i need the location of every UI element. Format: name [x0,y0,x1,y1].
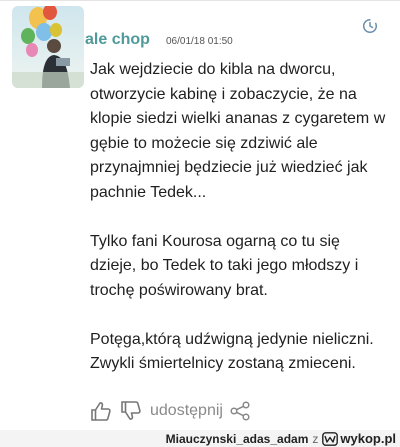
share-icon[interactable] [229,400,251,422]
comment-timestamp: 06/01/18 01:50 [166,36,233,47]
top-divider [0,0,400,1]
comment-paragraph: Potęga,którą udźwigną jedynie nieliczni.… [90,330,374,373]
footer-separator: z [312,431,319,446]
comment-card: ale chop 06/01/18 01:50 Jak wejdziecie d… [0,0,400,430]
thumbs-up-icon[interactable] [90,400,112,422]
clock-icon [362,18,378,34]
comment-body: Jak wejdziecie do kibla na dworcu, otwor… [90,58,390,377]
footer-site: wykop.pl [340,431,396,446]
share-button[interactable]: udostępnij [150,402,223,420]
comment-paragraph: Tylko fani Kourosa ogarną co tu się dzie… [90,232,359,299]
avatar[interactable] [12,6,84,88]
thumbs-down-icon[interactable] [120,400,142,422]
comment-actions: udostępnij [90,398,251,424]
author-name[interactable]: ale chop [85,31,150,49]
watermark-footer: Miauczynski_adas_adam z wykop.pl [0,430,400,447]
comment-paragraph: Jak wejdziecie do kibla na dworcu, otwor… [90,61,386,201]
footer-username: Miauczynski_adas_adam [165,431,309,446]
wykop-logo: wykop.pl [322,431,396,446]
